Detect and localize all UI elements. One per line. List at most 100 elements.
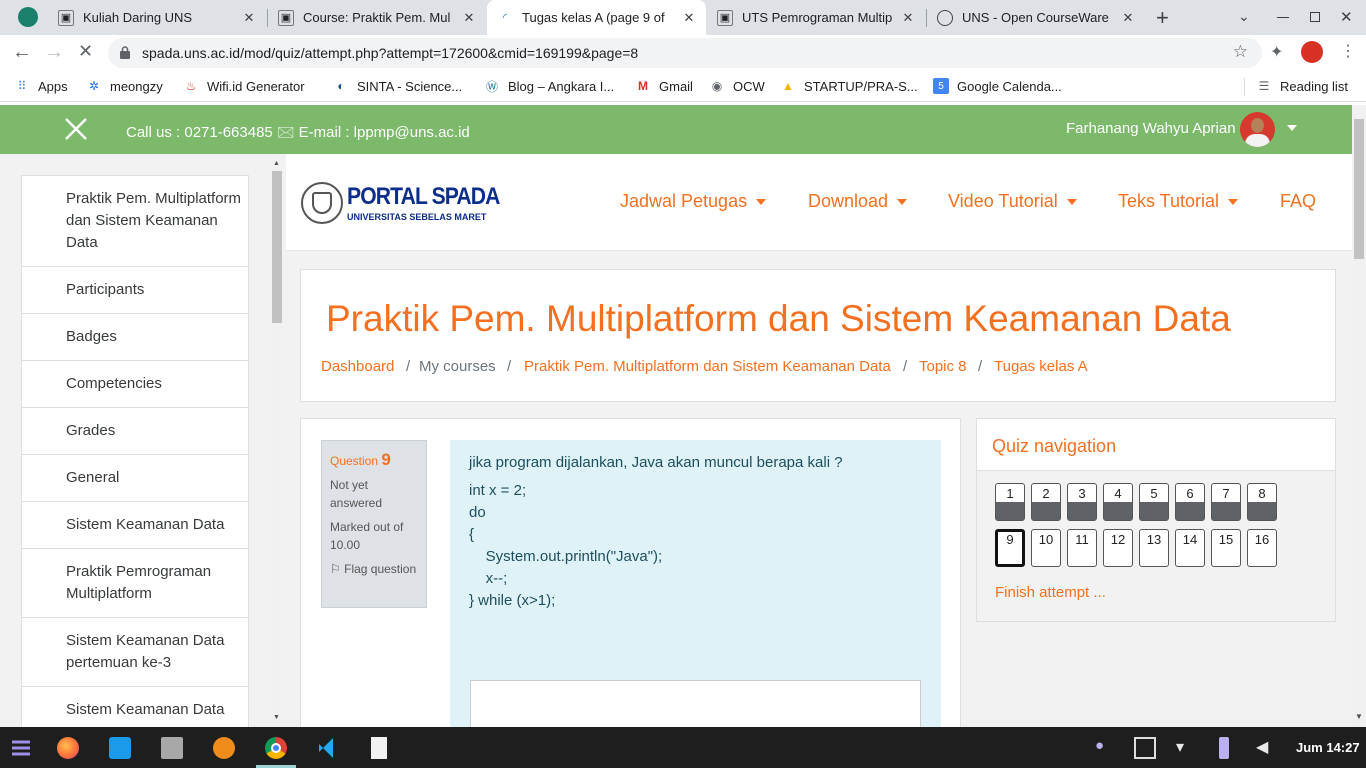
sidebar-item-sistem-keamanan-2[interactable]: Sistem Keamanan Data (21, 687, 249, 727)
quiz-nav-button[interactable]: 5 (1139, 483, 1169, 521)
zorin-menu-icon[interactable] (8, 735, 34, 761)
close-tab-icon[interactable]: ✕ (1121, 10, 1135, 26)
stop-loading-icon[interactable]: ✕ (78, 41, 93, 62)
flag-label: Flag question (344, 562, 417, 576)
nav-jadwal-petugas[interactable]: Jadwal Petugas (620, 191, 767, 212)
nav-faq[interactable]: FAQ (1280, 191, 1316, 212)
site-logo[interactable]: PORTAL SPADA UNIVERSITAS SEBELAS MARET (301, 182, 501, 226)
address-bar[interactable]: spada.uns.ac.id/mod/quiz/attempt.php?att… (108, 38, 1262, 68)
quiz-nav-button[interactable]: 1 (995, 483, 1025, 521)
browser-tab[interactable]: UNS - Open CourseWare ✕ (927, 0, 1145, 35)
nav-download[interactable]: Download (808, 191, 908, 212)
quiz-nav-button[interactable]: 8 (1247, 483, 1277, 521)
vscode-icon[interactable] (317, 737, 339, 759)
quiz-nav-button[interactable]: 4 (1103, 483, 1133, 521)
nav-video-tutorial[interactable]: Video Tutorial (948, 191, 1077, 212)
extensions-puzzle-icon[interactable]: ✦ (1270, 42, 1283, 62)
quiz-nav-button[interactable]: 14 (1175, 529, 1205, 567)
quiz-nav-button[interactable]: 10 (1031, 529, 1061, 567)
chevron-down-icon[interactable]: ⌄ (1238, 8, 1250, 25)
flag-question[interactable]: ⚐ Flag question (330, 560, 418, 578)
quiz-nav-button-current[interactable]: 9 (995, 529, 1025, 567)
wifi-icon[interactable]: ▾ (1176, 737, 1198, 759)
clock[interactable]: Jum 14:27 (1296, 740, 1360, 755)
browser-tab[interactable]: ▣ Course: Praktik Pem. Mul ✕ (268, 0, 486, 35)
display-switch-icon[interactable] (1134, 737, 1156, 759)
more-menu-icon[interactable]: ⋮ (1340, 41, 1356, 61)
answer-input[interactable] (470, 680, 921, 727)
sidebar-item-competencies[interactable]: Competencies (21, 361, 249, 408)
quiz-nav-button[interactable]: 2 (1031, 483, 1061, 521)
files-icon[interactable] (161, 737, 183, 759)
scroll-down-arrow[interactable]: ▼ (1355, 712, 1363, 721)
new-tab-icon[interactable]: + (1156, 5, 1169, 31)
quiz-nav-button[interactable]: 11 (1067, 529, 1097, 567)
sidebar-item-badges[interactable]: Badges (21, 314, 249, 361)
bookmarks-separator (1244, 78, 1245, 96)
close-window-icon[interactable]: ✕ (1340, 8, 1353, 26)
bookmark-ocw[interactable]: ◉ OCW (709, 78, 765, 94)
breadcrumb-dashboard[interactable]: Dashboard (321, 358, 394, 375)
bookmark-blog[interactable]: Ⓦ Blog – Angkara I... (484, 78, 614, 94)
forward-arrow-icon[interactable]: → (44, 41, 64, 64)
restore-icon[interactable] (1310, 12, 1320, 22)
bookmark-gmail[interactable]: M Gmail (635, 78, 693, 94)
back-arrow-icon[interactable]: ← (12, 41, 32, 64)
sidebar-scroll-up-arrow[interactable]: ▲ (273, 160, 280, 167)
page-scrollbar[interactable]: ▼ (1352, 105, 1366, 727)
finish-attempt-link[interactable]: Finish attempt ... (995, 584, 1106, 601)
breadcrumb-topic[interactable]: Topic 8 (919, 358, 967, 375)
close-tab-icon[interactable]: ✕ (242, 10, 256, 26)
battery-icon[interactable] (1219, 737, 1229, 759)
close-tab-icon[interactable]: ✕ (682, 10, 696, 26)
sidebar-item-sistem-keamanan-3[interactable]: Sistem Keamanan Data pertemuan ke-3 (21, 618, 249, 687)
ubuntu-updater-icon[interactable] (213, 737, 235, 759)
user-menu-caret-icon[interactable] (1287, 125, 1297, 131)
notification-bell-icon[interactable]: ● (1095, 737, 1111, 759)
document-viewer-icon[interactable] (371, 737, 387, 759)
nav-teks-tutorial[interactable]: Teks Tutorial (1118, 191, 1239, 212)
close-tab-icon[interactable]: ✕ (901, 10, 915, 26)
quiz-nav-button[interactable]: 15 (1211, 529, 1241, 567)
user-name[interactable]: Farhanang Wahyu Aprian (1066, 120, 1236, 137)
sidebar-item-course[interactable]: Praktik Pem. Multiplatform dan Sistem Ke… (21, 175, 249, 267)
bookmark-wifi[interactable]: ♨ Wifi.id Generator (183, 78, 305, 94)
bookmark-startup[interactable]: ▲ STARTUP/PRA-S... (780, 78, 918, 94)
tab-search-icon[interactable] (18, 7, 38, 27)
bookmark-apps[interactable]: ⠿ Apps (14, 78, 68, 94)
sidebar-item-general[interactable]: General (21, 455, 249, 502)
firefox-icon[interactable] (57, 737, 79, 759)
software-store-icon[interactable] (109, 737, 131, 759)
quiz-nav-button[interactable]: 6 (1175, 483, 1205, 521)
reading-list[interactable]: ☰ Reading list (1256, 78, 1348, 94)
sidebar-item-sistem-keamanan[interactable]: Sistem Keamanan Data (21, 502, 249, 549)
bookmark-sinta[interactable]: ◐ SINTA - Science... (333, 78, 462, 94)
bookmark-star-icon[interactable]: ☆ (1233, 42, 1248, 62)
volume-icon[interactable]: ◀ (1256, 737, 1278, 759)
browser-tab[interactable]: ▣ Kuliah Daring UNS ✕ (48, 0, 266, 35)
breadcrumb-quiz[interactable]: Tugas kelas A (994, 358, 1088, 375)
quiz-nav-button[interactable]: 3 (1067, 483, 1097, 521)
sidebar-scrollbar[interactable]: ▲ ▼ (272, 160, 282, 725)
sidebar-item-praktik-pemrograman[interactable]: Praktik Pemrograman Multiplatform (21, 549, 249, 618)
browser-tab-active[interactable]: ◜ Tugas kelas A (page 9 of ✕ (487, 0, 706, 35)
close-drawer-icon[interactable] (64, 117, 88, 141)
quiz-nav-button[interactable]: 12 (1103, 529, 1133, 567)
scrollbar-thumb[interactable] (1354, 119, 1364, 259)
profile-avatar[interactable] (1301, 41, 1323, 63)
quiz-nav-button[interactable]: 16 (1247, 529, 1277, 567)
quiz-nav-button[interactable]: 7 (1211, 483, 1241, 521)
chrome-icon[interactable] (265, 737, 287, 759)
breadcrumb-course[interactable]: Praktik Pem. Multiplatform dan Sistem Ke… (524, 358, 891, 375)
minimize-icon[interactable] (1277, 17, 1289, 18)
sidebar-item-participants[interactable]: Participants (21, 267, 249, 314)
browser-tab[interactable]: ▣ UTS Pemrograman Multip ✕ (707, 0, 925, 35)
sidebar-scroll-down-arrow[interactable]: ▼ (273, 714, 280, 721)
bookmark-calendar[interactable]: 5 Google Calenda... (933, 78, 1062, 94)
bookmark-meongzy[interactable]: ✲ meongzy (86, 78, 163, 94)
avatar[interactable] (1240, 112, 1275, 147)
quiz-nav-button[interactable]: 13 (1139, 529, 1169, 567)
sidebar-scrollbar-thumb[interactable] (272, 171, 282, 323)
close-tab-icon[interactable]: ✕ (462, 10, 476, 26)
sidebar-item-grades[interactable]: Grades (21, 408, 249, 455)
